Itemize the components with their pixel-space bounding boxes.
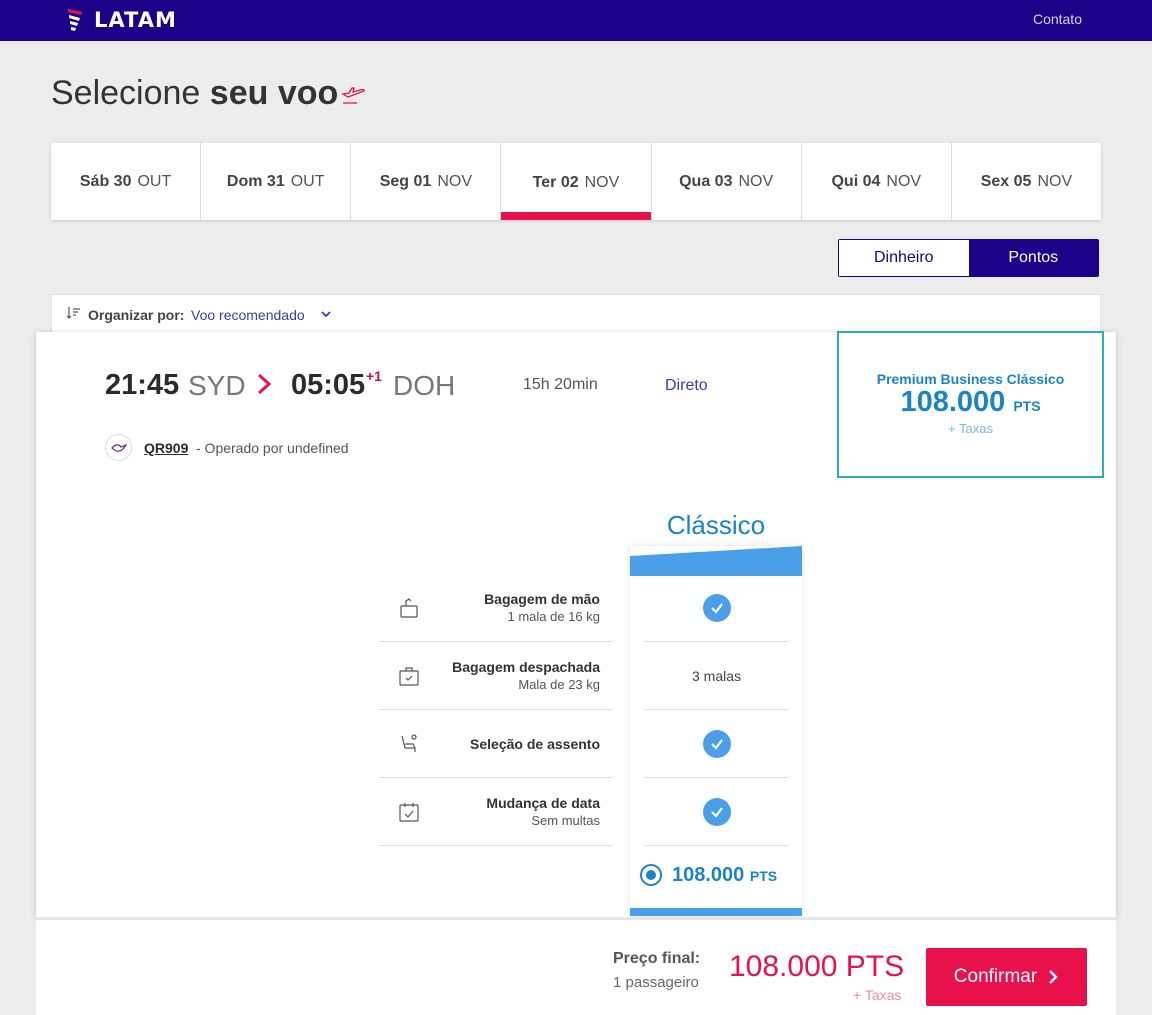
- currency-toggle: Dinheiro Pontos: [838, 239, 1099, 277]
- date-tab-day: Qua 03: [679, 172, 733, 190]
- fare-name: Premium Business Clássico: [876, 371, 1065, 387]
- points-toggle-button[interactable]: Pontos: [968, 240, 1098, 276]
- final-taxes-link[interactable]: + Taxas: [853, 987, 901, 1003]
- date-tab-sun-31[interactable]: Dom 31 OUT: [201, 143, 352, 220]
- date-tab-month: OUT: [137, 172, 172, 190]
- price-footer: Preço final: 1 passageiro 108.000 PTS + …: [36, 917, 1116, 1015]
- class-column-footer: [630, 908, 802, 916]
- latam-logo[interactable]: LATAM: [66, 6, 177, 34]
- arrival-time: 05:05: [291, 369, 366, 401]
- class-price-option[interactable]: 108.000 PTS: [640, 860, 800, 890]
- class-column-header: [630, 546, 802, 576]
- date-tab-day: Sex 05: [980, 172, 1032, 190]
- date-tab-day: Ter 02: [532, 173, 579, 191]
- date-tab-month: NOV: [1037, 172, 1073, 190]
- date-tab-month: OUT: [290, 172, 325, 190]
- chevron-right-icon: [257, 373, 272, 395]
- airline-logo-icon: [110, 443, 127, 452]
- date-tab-wed-03[interactable]: Qua 03 NOV: [652, 143, 802, 220]
- fare-price: 108.000 PTS: [839, 387, 1102, 421]
- benefit-sub: Mala de 23 kg: [518, 677, 600, 692]
- date-tab-day: Dom 31: [226, 172, 285, 190]
- date-tab-day: Sáb 30: [79, 172, 132, 190]
- date-tab-mon-01[interactable]: Seg 01 NOV: [351, 143, 502, 220]
- benefit-row-carry-on: Bagagem de mão 1 mala de 16 kg: [379, 574, 612, 642]
- benefit-name: Mudança de data: [486, 795, 600, 811]
- confirm-button[interactable]: Confirmar: [926, 948, 1087, 1006]
- benefit-row-seat-selection: Seleção de assento: [379, 710, 612, 778]
- fare-price-value: 108.000: [900, 386, 1006, 418]
- date-tab-thu-04[interactable]: Qui 04 NOV: [802, 143, 952, 220]
- top-bar: LATAM Contato: [0, 0, 1152, 41]
- benefit-row-date-change: Mudança de data Sem multas: [379, 778, 612, 846]
- check-icon: [702, 797, 731, 826]
- benefit-name: Bagagem de mão: [484, 591, 600, 607]
- sort-bar: Organizar por: Voo recomendado: [51, 294, 1101, 334]
- chevron-down-icon[interactable]: [320, 308, 332, 320]
- benefit-row-checked-bag: Bagagem despachada Mala de 23 kg: [379, 642, 612, 710]
- date-change-included: [645, 778, 788, 846]
- date-tab-month: NOV: [437, 172, 472, 190]
- page-title: Selecione seu voo: [51, 74, 338, 113]
- flight-stops-link[interactable]: Direto: [665, 377, 708, 395]
- flight-duration: 15h 20min: [523, 376, 598, 393]
- carry-on-bag-icon: [400, 598, 418, 618]
- operated-by: - Operado por undefined: [196, 440, 349, 456]
- contact-link[interactable]: Contato: [1033, 11, 1082, 27]
- benefit-sub: Sem multas: [531, 813, 600, 828]
- airline-logo: [105, 434, 132, 461]
- class-price: 108.000 PTS: [672, 864, 777, 887]
- date-tab-day: Qui 04: [831, 172, 881, 190]
- arrival-airport: DOH: [393, 370, 456, 401]
- date-tab-day: Seg 01: [379, 172, 432, 190]
- latam-logo-icon: [68, 9, 82, 31]
- departure-airport: SYD: [188, 370, 246, 401]
- benefit-sub: 1 mala de 16 kg: [507, 609, 600, 624]
- checked-bag-icon: [399, 667, 419, 686]
- date-tab-sat-30[interactable]: Sáb 30 OUT: [51, 143, 202, 220]
- final-price: 108.000 PTS: [729, 950, 905, 983]
- flight-number-link[interactable]: QR909: [144, 440, 188, 456]
- flight-card: 21:45 SYD 05:05 +1 DOH 15h 20min Direto …: [36, 331, 1116, 917]
- checked-bag-value: 3 malas: [645, 642, 788, 710]
- date-tab-month: NOV: [584, 173, 620, 191]
- date-tab-tue-02-selected[interactable]: Ter 02 NOV: [501, 143, 652, 220]
- date-tab-fri-05[interactable]: Sex 05 NOV: [952, 143, 1101, 220]
- fare-taxes: + Taxas: [948, 421, 993, 436]
- calendar-icon: [399, 803, 419, 822]
- benefit-name: Seleção de assento: [470, 736, 600, 752]
- benefit-name: Bagagem despachada: [452, 659, 600, 675]
- sort-icon: [66, 307, 80, 319]
- date-tab-month: NOV: [738, 172, 774, 190]
- carry-on-included: [645, 574, 788, 642]
- class-price-unit: PTS: [749, 867, 778, 884]
- seat-icon: [401, 734, 417, 752]
- date-selector: Sáb 30 OUT Dom 31 OUT Seg 01 NOV Ter 02 NOV …: [51, 143, 1101, 220]
- plane-takeoff-icon: [341, 87, 365, 104]
- check-icon: [702, 729, 731, 758]
- logo-text: LATAM: [94, 8, 177, 32]
- fare-option-box[interactable]: Premium Business Clássico 108.000 PTS + …: [837, 331, 1104, 478]
- date-tab-month: NOV: [886, 172, 922, 190]
- fare-price-unit: PTS: [1013, 398, 1041, 414]
- departure-time: 21:45: [105, 369, 180, 401]
- seat-selection-included: [645, 710, 788, 778]
- plus-day-badge: +1: [366, 368, 382, 384]
- passenger-count: 1 passageiro: [613, 974, 699, 991]
- checked-bag-count: 3 malas: [691, 667, 742, 684]
- class-price-value: 108.000: [672, 863, 745, 886]
- sort-label: Organizar por:: [88, 307, 185, 323]
- page-title-bold: seu voo: [209, 74, 339, 112]
- chevron-right-icon: [1049, 970, 1058, 984]
- check-icon: [702, 593, 731, 622]
- money-toggle-button[interactable]: Dinheiro: [839, 240, 969, 276]
- page-title-light: Selecione: [51, 74, 210, 112]
- class-title: Clássico: [666, 510, 766, 540]
- sort-dropdown[interactable]: Voo recomendado: [191, 307, 305, 323]
- final-price-label: Preço final:: [613, 950, 701, 967]
- confirm-label: Confirmar: [953, 966, 1038, 987]
- class-radio-button[interactable]: [640, 864, 662, 886]
